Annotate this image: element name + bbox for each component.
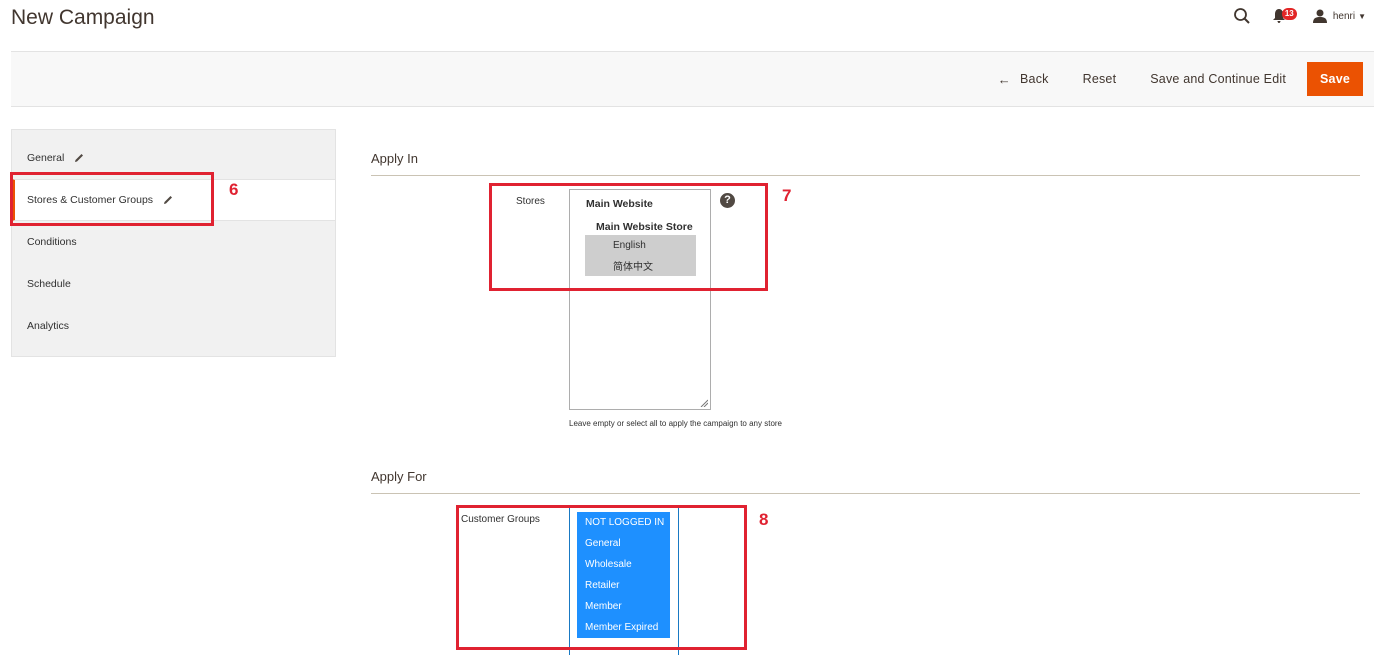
annotation-number: 8 [759,510,769,529]
user-menu[interactable]: henri ▼ [1312,9,1366,23]
nav-item-schedule[interactable]: Schedule [12,263,335,305]
header-actions: 13 henri ▼ [1233,6,1366,26]
arrow-left-icon: ← [997,71,1011,87]
pencil-icon [75,154,84,162]
nav-item-label: Analytics [27,320,70,332]
nav-item-conditions[interactable]: Conditions [12,221,335,263]
notification-count-badge: 13 [1281,8,1297,20]
user-icon [1312,9,1327,23]
section-divider [371,175,1360,176]
save-button[interactable]: Save [1307,62,1363,96]
page-title: New Campaign [11,6,155,29]
nav-item-label: Schedule [27,278,71,290]
search-icon[interactable] [1233,7,1251,25]
nav-item-label: General [27,152,65,164]
back-label: Back [1020,72,1049,86]
nav-item-analytics[interactable]: Analytics [12,305,335,347]
back-button[interactable]: ← Back [981,62,1066,96]
stores-note: Leave empty or select all to apply the c… [569,419,783,428]
annotation-box [10,172,214,226]
annotation-number: 7 [782,186,792,205]
page-actions-bar: ← Back Reset Save and Continue Edit Save [11,51,1374,107]
annotation-box [489,183,768,291]
annotation-box [456,505,747,650]
nav-item-label: Conditions [27,236,77,248]
apply-in-title: Apply In [371,151,418,166]
user-name: henri [1332,10,1356,22]
page: New Campaign 13 henri ▼ ← Back Reset Save… [0,0,1378,655]
side-nav: General Stores & Customer Groups Conditi… [11,129,336,357]
resize-grip-icon[interactable] [700,399,708,407]
caret-down-icon: ▼ [1358,11,1366,21]
apply-for-title: Apply For [371,469,427,484]
reset-button[interactable]: Reset [1066,62,1134,96]
notifications-bell[interactable]: 13 [1272,7,1299,25]
save-continue-button[interactable]: Save and Continue Edit [1133,62,1303,96]
annotation-number: 6 [229,180,239,199]
section-divider [371,493,1360,494]
